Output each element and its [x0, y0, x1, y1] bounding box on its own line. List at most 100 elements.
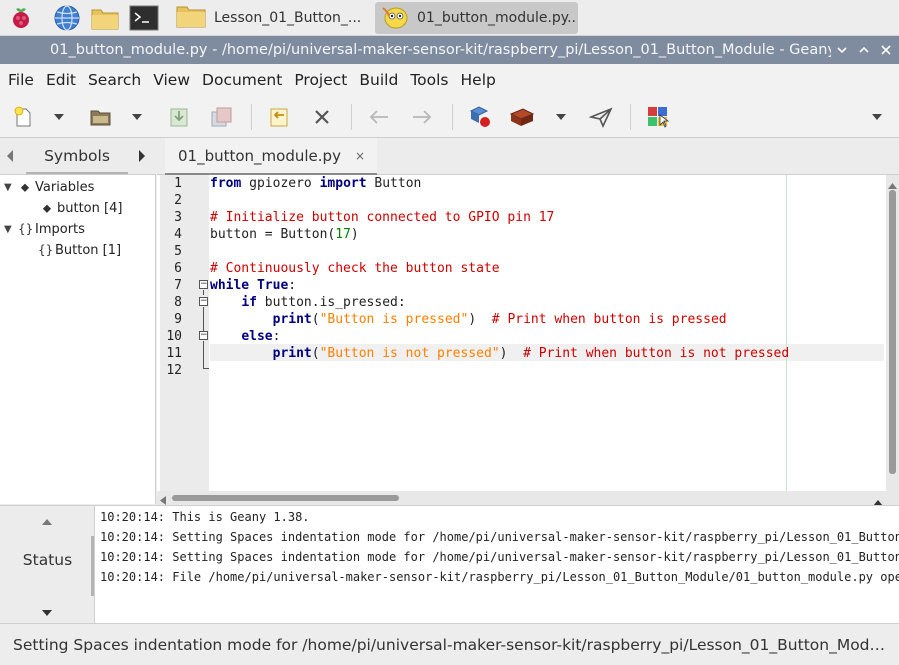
line-number: 3 — [174, 210, 182, 225]
code-token: print — [272, 312, 312, 327]
build-dropdown-icon[interactable] — [550, 102, 572, 132]
save-all-icon[interactable] — [206, 102, 236, 132]
tab-symbols[interactable]: Symbols — [26, 138, 128, 175]
code-line[interactable]: if button.is_pressed: — [210, 294, 406, 311]
horizontal-scrollbar[interactable] — [157, 491, 899, 505]
tab-scroll-down-icon[interactable] — [41, 606, 53, 621]
code-token: ) — [499, 346, 524, 361]
menu-project[interactable]: Project — [288, 64, 353, 96]
code-token: button.is_pressed: — [256, 295, 406, 310]
code-token: True — [256, 278, 289, 293]
save-icon[interactable] — [164, 102, 194, 132]
code-line[interactable]: from gpiozero import Button — [210, 175, 421, 192]
navigate-back-icon[interactable] — [364, 102, 394, 132]
code-line[interactable]: else: — [210, 328, 280, 345]
toolbar-overflow-icon[interactable] — [864, 102, 890, 132]
code-token: ( — [311, 312, 320, 327]
line-number: 4 — [174, 227, 182, 242]
close-window-icon[interactable] — [875, 39, 897, 61]
menu-document[interactable]: Document — [196, 64, 288, 96]
toolbar — [0, 96, 899, 138]
expander-icon[interactable]: ▼ — [4, 224, 18, 235]
revert-icon[interactable] — [264, 102, 294, 132]
tree-item-imports[interactable]: ▼ {} Imports — [4, 219, 85, 239]
code-line[interactable]: # Continuously check the button state — [210, 260, 500, 277]
line-number: 5 — [174, 244, 182, 259]
navigate-forward-icon[interactable] — [407, 102, 437, 132]
menu-build[interactable]: Build — [353, 64, 404, 96]
code-token: from — [210, 176, 242, 191]
code-line[interactable]: print("Button is not pressed") # Print w… — [210, 345, 790, 362]
desktop: Lesson_01_Button_... 01_button_module.py… — [0, 0, 899, 665]
tab-scroll-up-icon[interactable] — [41, 515, 53, 530]
tab-status[interactable]: Status — [0, 551, 95, 569]
variable-icon: ⬥ — [20, 179, 30, 194]
web-browser-icon[interactable] — [52, 3, 82, 33]
menu-search[interactable]: Search — [82, 64, 147, 96]
tab-scroll-right-icon[interactable] — [137, 149, 147, 167]
line-number: 11 — [166, 346, 182, 361]
menu-view[interactable]: View — [147, 64, 196, 96]
sidebar-tabs: Symbols — [0, 138, 156, 175]
long-line-marker — [786, 175, 787, 491]
close-tab-icon[interactable]: × — [355, 149, 365, 163]
fold-toggle-icon[interactable]: − — [199, 331, 208, 340]
file-manager-icon[interactable] — [90, 3, 120, 33]
tree-item-variables[interactable]: ▼ ⬥ Variables — [4, 177, 94, 197]
fold-toggle-icon[interactable]: − — [199, 297, 208, 306]
task-file-manager[interactable]: Lesson_01_Button_... — [170, 2, 370, 34]
build-icon[interactable] — [507, 102, 537, 132]
code-line[interactable]: button = Button(17) — [210, 226, 359, 243]
maximize-icon[interactable] — [853, 39, 875, 61]
tree-label: button [4] — [57, 200, 123, 216]
geany-icon — [379, 2, 411, 34]
corner-scroll-icon[interactable] — [873, 495, 883, 505]
menu-tools[interactable]: Tools — [404, 64, 454, 96]
raspberry-menu-icon[interactable] — [6, 3, 36, 33]
vertical-scrollbar[interactable] — [886, 175, 899, 491]
new-from-template-dropdown-icon[interactable] — [48, 102, 70, 132]
expander-icon[interactable]: ▼ — [4, 182, 18, 193]
color-chooser-icon[interactable] — [643, 102, 673, 132]
taskbar: Lesson_01_Button_... 01_button_module.py… — [0, 0, 899, 36]
task-label: Lesson_01_Button_... — [214, 10, 362, 26]
menu-file[interactable]: File — [2, 64, 40, 96]
execute-icon[interactable] — [586, 102, 616, 132]
code-token: print — [272, 346, 312, 361]
task-geany[interactable]: 01_button_module.py.. — [375, 2, 578, 34]
terminal-icon[interactable] — [129, 3, 159, 33]
minimize-icon[interactable] — [831, 39, 853, 61]
code-token: button = Button( — [210, 227, 336, 242]
new-file-icon[interactable] — [8, 102, 38, 132]
line-number: 8 — [174, 295, 182, 310]
code-line[interactable]: while True: — [210, 277, 296, 294]
document-tabs: 01_button_module.py × — [157, 138, 899, 175]
code-editor[interactable]: 1 2 3 4 5 6 7 8 9 10 11 12 from gpiozero import Butt… — [157, 175, 899, 505]
open-file-icon[interactable] — [86, 102, 116, 132]
namespace-icon: {} — [18, 222, 34, 236]
tree-item-button-variable[interactable]: ⬥ button [4] — [40, 198, 123, 218]
code-line[interactable]: print("Button is pressed") # Print when … — [210, 311, 727, 328]
scroll-left-icon[interactable] — [160, 494, 166, 505]
menu-edit[interactable]: Edit — [40, 64, 82, 96]
code-line[interactable]: # Initialize button connected to GPIO pi… — [210, 209, 554, 226]
line-number: 1 — [174, 176, 182, 191]
menu-help[interactable]: Help — [455, 64, 502, 96]
recent-files-dropdown-icon[interactable] — [126, 102, 148, 132]
code-token: import — [319, 176, 367, 191]
status-message: 10:20:14: This is Geany 1.38. — [100, 510, 310, 524]
close-file-icon[interactable] — [307, 102, 337, 132]
menu-bar: File Edit Search View Document Project B… — [0, 64, 899, 96]
line-number: 2 — [174, 193, 182, 208]
code-token: 17 — [335, 227, 351, 242]
sidebar: Symbols ▼ ⬥ Variables ⬥ button [4] ▼ {} … — [0, 138, 156, 504]
tab-01-button-module[interactable]: 01_button_module.py × — [165, 138, 378, 175]
tree-item-button-import[interactable]: {} Button [1] — [38, 240, 121, 260]
code-token: : — [272, 329, 281, 344]
status-message: 10:20:14: File /home/pi/universal-maker-… — [100, 570, 899, 584]
compile-icon[interactable] — [464, 102, 494, 132]
tree-label: Variables — [35, 179, 95, 195]
tab-scroll-left-icon[interactable] — [5, 149, 15, 167]
fold-toggle-icon[interactable]: − — [199, 280, 208, 289]
